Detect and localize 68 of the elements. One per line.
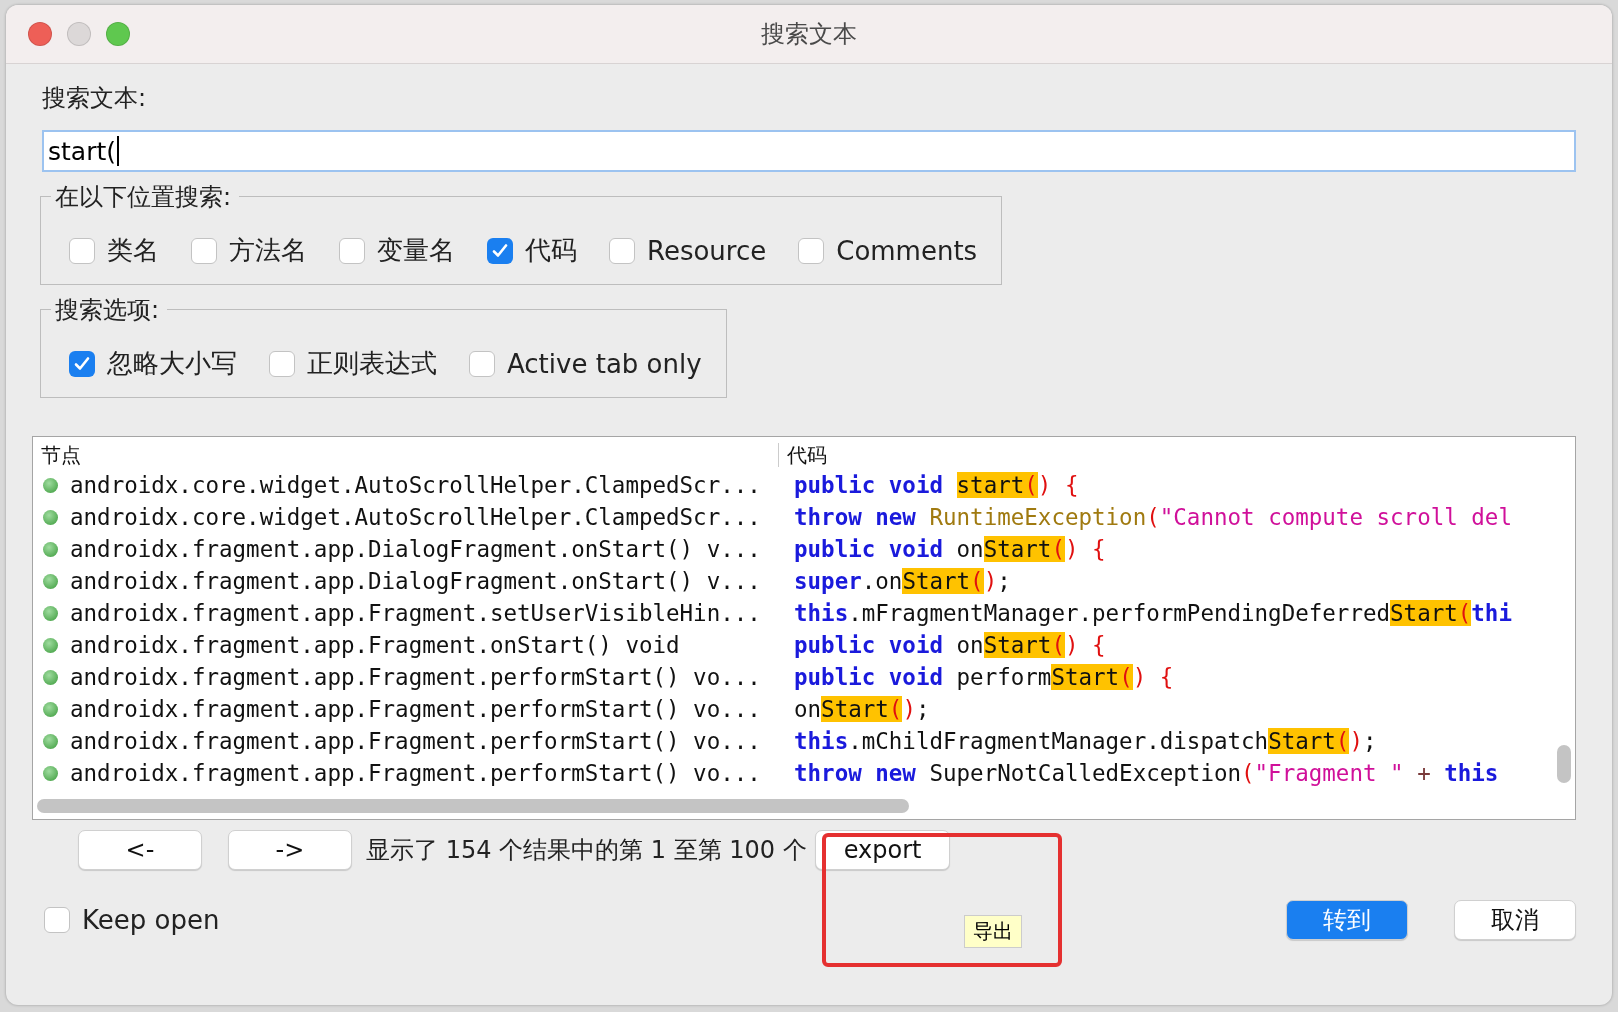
scrollbar-thumb[interactable]: [1557, 745, 1571, 783]
checkbox[interactable]: [44, 907, 70, 933]
method-icon: [43, 573, 58, 589]
checkbox-label: Resource: [647, 235, 767, 266]
code-cell[interactable]: public void start() {: [778, 472, 1548, 498]
column-header[interactable]: 代码: [778, 443, 1548, 467]
scrollbar-thumb[interactable]: [37, 799, 909, 813]
code-cell[interactable]: public void onStart() {: [778, 632, 1548, 658]
checkmark-icon: [491, 241, 509, 260]
checkbox-label: Active tab only: [507, 348, 702, 379]
table-cell[interactable]: androidx.fragment.app.Fragment.performStart() vo...: [70, 760, 761, 786]
checkbox-label: 正则表达式: [307, 347, 437, 380]
checkbox[interactable]: [798, 237, 825, 264]
checkbox[interactable]: [191, 237, 217, 264]
code-cell[interactable]: onStart();: [778, 696, 1548, 722]
checkbox[interactable]: [609, 237, 635, 264]
method-icon: [43, 509, 58, 525]
close-button[interactable]: [28, 22, 52, 46]
method-icon: [43, 541, 58, 557]
column-header[interactable]: 节点: [33, 443, 778, 467]
field-label: 搜索文本:: [42, 83, 147, 114]
tooltip: 导出: [964, 915, 1022, 948]
checkbox-label: 忽略大小写: [107, 347, 237, 380]
code-cell[interactable]: throw new RuntimeException("Cannot compute scroll del: [778, 504, 1548, 530]
code-cell[interactable]: throw new SuperNotCalledException("Fragment " + this: [778, 760, 1548, 786]
code-cell[interactable]: super.onStart();: [778, 568, 1548, 594]
checkbox[interactable]: [469, 350, 495, 377]
results-status: 显示了 154 个结果中的第 1 至第 100 个: [366, 835, 807, 866]
method-icon: [43, 637, 58, 653]
checkbox-label: 方法名: [229, 234, 307, 267]
checkbox-label: 类名: [107, 234, 159, 267]
next-button[interactable]: ->: [228, 830, 352, 870]
zoom-button[interactable]: [106, 22, 130, 46]
code-cell[interactable]: public void performStart() {: [778, 664, 1548, 690]
code-cell[interactable]: this.mChildFragmentManager.dispatchStart();: [778, 728, 1548, 754]
checkbox[interactable]: [487, 237, 513, 264]
method-icon: [43, 605, 58, 621]
method-icon: [43, 733, 58, 749]
checkbox[interactable]: [269, 350, 295, 377]
previous-button[interactable]: <-: [78, 830, 202, 870]
goto-button[interactable]: 转到: [1286, 900, 1408, 940]
checkbox-label: 变量名: [377, 234, 455, 267]
checkbox[interactable]: [69, 237, 95, 264]
table-cell[interactable]: androidx.fragment.app.Fragment.setUserVisibleHin...: [70, 600, 761, 626]
table-cell[interactable]: androidx.fragment.app.DialogFragment.onStart() v...: [70, 536, 761, 562]
checkbox[interactable]: [69, 350, 95, 377]
checkbox-label: Keep open: [82, 905, 220, 935]
code-cell[interactable]: public void onStart() {: [778, 536, 1548, 562]
table-cell[interactable]: androidx.core.widget.AutoScrollHelper.ClampedScr...: [70, 504, 761, 530]
table-cell[interactable]: androidx.fragment.app.DialogFragment.onStart() v...: [70, 568, 761, 594]
code-cell[interactable]: this.mFragmentManager.performPendingDeferredStart(thi: [778, 600, 1548, 626]
window-title: 搜索文本: [761, 20, 857, 48]
checkmark-icon: [73, 354, 91, 373]
checkbox[interactable]: [339, 237, 365, 264]
method-icon: [43, 701, 58, 717]
method-icon: [43, 477, 58, 493]
checkbox-label: Comments: [836, 235, 978, 266]
table-cell[interactable]: androidx.fragment.app.Fragment.onStart() void: [70, 632, 680, 658]
cancel-button[interactable]: 取消: [1454, 900, 1576, 940]
table-cell[interactable]: androidx.fragment.app.Fragment.performStart() vo...: [70, 696, 761, 722]
method-icon: [43, 765, 58, 781]
minimize-button[interactable]: [67, 22, 91, 46]
search-field[interactable]: start(: [42, 130, 1576, 172]
table-cell[interactable]: androidx.core.widget.AutoScrollHelper.ClampedScr...: [70, 472, 761, 498]
table-cell[interactable]: androidx.fragment.app.Fragment.performStart() vo...: [70, 728, 761, 754]
method-icon: [43, 669, 58, 685]
checkbox-label: 代码: [525, 234, 577, 267]
table-cell[interactable]: androidx.fragment.app.Fragment.performStart() vo...: [70, 664, 761, 690]
